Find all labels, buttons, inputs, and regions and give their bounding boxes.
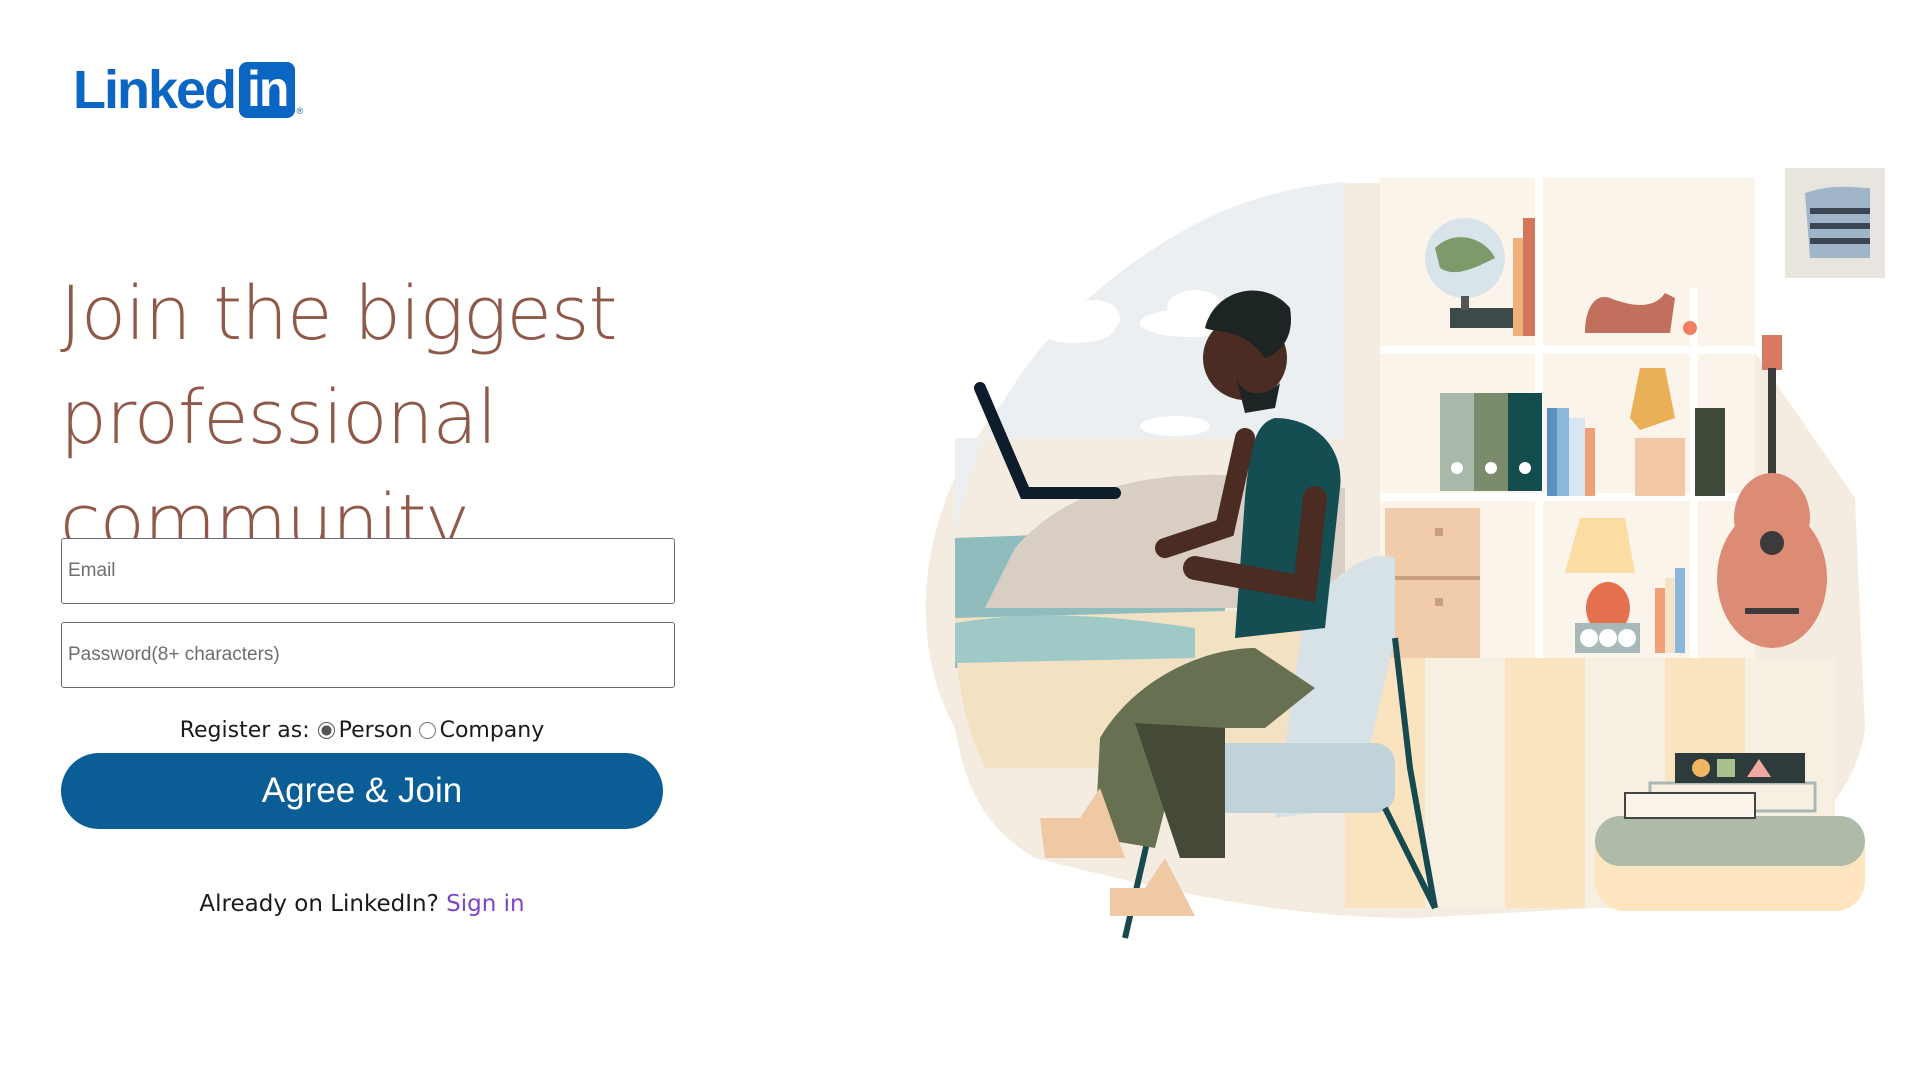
- drawer-unit: [1385, 508, 1480, 658]
- headline-line-2: professional community: [60, 375, 497, 565]
- signin-row: Already on LinkedIn? Sign in: [61, 891, 663, 917]
- book-upright-2: [1513, 238, 1523, 336]
- box-dark: [1695, 408, 1725, 496]
- ottoman: [1595, 816, 1865, 911]
- signin-link[interactable]: Sign in: [446, 891, 524, 917]
- radio-person-option[interactable]: Person: [310, 718, 413, 743]
- box: [1635, 438, 1685, 496]
- wall-picture: [1785, 168, 1885, 278]
- signin-prompt: Already on LinkedIn?: [199, 891, 439, 917]
- email-field[interactable]: [61, 538, 675, 604]
- agree-join-button[interactable]: Agree & Join: [61, 753, 663, 829]
- company-radio[interactable]: [418, 722, 436, 739]
- person-radio[interactable]: [317, 722, 335, 739]
- logo-wordmark: Linked: [73, 60, 237, 120]
- company-radio-label: Company: [439, 718, 545, 743]
- hero-illustration: [925, 168, 1885, 939]
- logo-registered-mark: ®: [296, 106, 304, 116]
- password-field[interactable]: [61, 622, 675, 688]
- book-upright: [1523, 218, 1535, 336]
- ball: [1683, 321, 1697, 335]
- register-as-group: Register as: Person Company: [61, 718, 663, 743]
- headline-line-1: Join the biggest: [60, 271, 617, 357]
- radio-company-option[interactable]: Company: [413, 718, 545, 743]
- register-as-label: Register as:: [179, 718, 310, 743]
- linkedin-logo[interactable]: Linked in ®: [73, 62, 303, 118]
- binders: [1440, 393, 1542, 491]
- page-headline: Join the biggest professional community: [60, 262, 900, 574]
- person-radio-label: Person: [338, 718, 413, 743]
- logo-in-box: in: [239, 62, 296, 118]
